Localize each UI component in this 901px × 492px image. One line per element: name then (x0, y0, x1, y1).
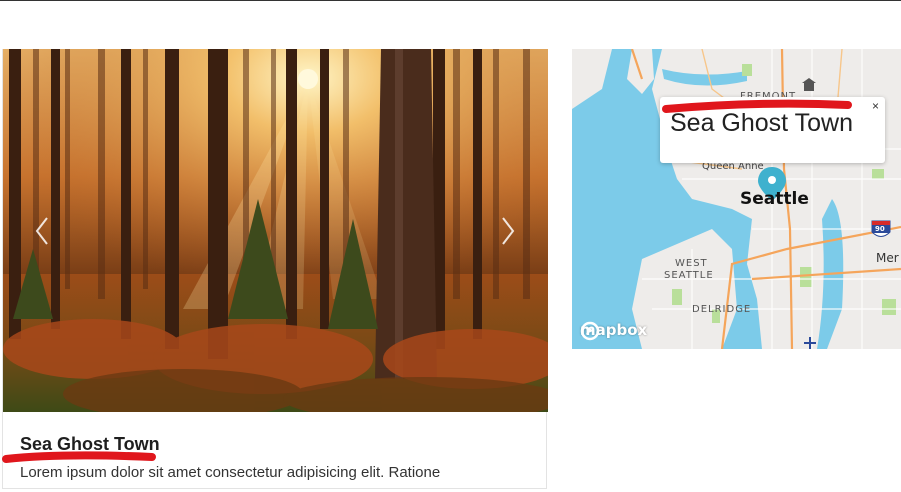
map-label-shield-90: 90 (875, 225, 885, 233)
location-map[interactable]: FREMONT Queen Anne Seattle WEST SEATTLE … (572, 49, 901, 349)
mapbox-logo-icon (580, 321, 600, 341)
red-underline-annotation (662, 99, 852, 113)
popup-close-button[interactable]: × (872, 99, 879, 113)
map-label-mer: Mer (876, 251, 899, 265)
location-card: Sea Ghost Town Lorem ipsum dolor sit ame… (2, 49, 548, 489)
red-underline-annotation (2, 451, 156, 463)
map-label-west: WEST (675, 258, 708, 269)
carousel-prev-button[interactable] (27, 211, 57, 251)
map-label-seattle-west: SEATTLE (664, 270, 714, 281)
chevron-left-icon (35, 217, 48, 245)
image-carousel[interactable] (3, 49, 548, 412)
forest-image (3, 49, 548, 412)
top-divider (0, 0, 901, 1)
chevron-right-icon (502, 217, 515, 245)
mapbox-logo[interactable]: mapbox (580, 321, 647, 341)
carousel-next-button[interactable] (493, 211, 523, 251)
map-popup: × Sea Ghost Town (660, 97, 885, 163)
map-label-delridge: DELRIDGE (692, 304, 752, 315)
map-label-seattle: Seattle (740, 189, 809, 209)
